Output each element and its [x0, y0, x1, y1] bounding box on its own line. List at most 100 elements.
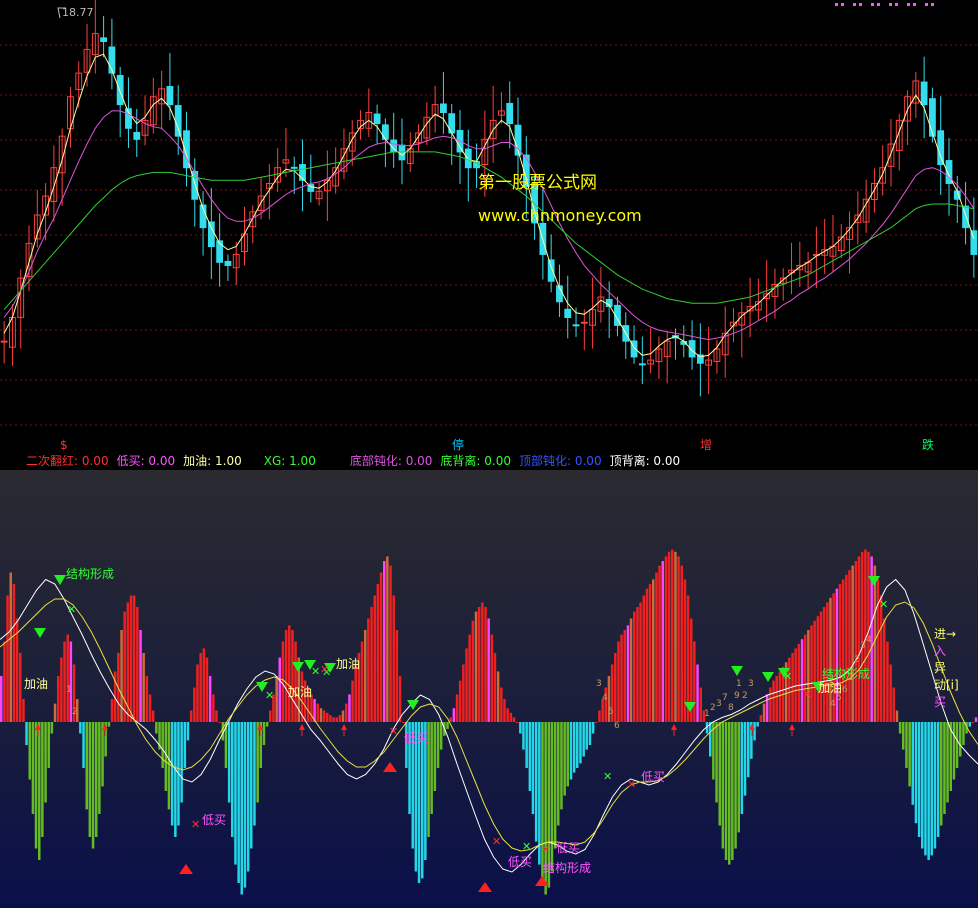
indicator-bar: [243, 722, 247, 888]
indicator-bar: [123, 611, 126, 722]
indicator-bar: [294, 641, 297, 722]
signal-up-triangle: [383, 762, 397, 772]
indicator-bar: [338, 715, 342, 722]
indicator-bar: [512, 717, 516, 722]
side-signal-text: 动[i]: [934, 678, 959, 692]
candle-body: [299, 164, 306, 181]
indicator-bar: [810, 625, 813, 722]
indicator-bar: [215, 710, 218, 722]
indicator-bar: [889, 664, 892, 722]
indicator-bar: [360, 641, 364, 722]
watermark-title: 第一股票公式网: [478, 173, 597, 193]
indicator-bar: [962, 722, 965, 745]
signal-x-mark: ✕: [783, 670, 792, 683]
candle-body: [307, 184, 315, 192]
signal-x-mark: ✕: [803, 688, 812, 701]
indicator-bar: [417, 722, 421, 883]
candle-body: [506, 102, 514, 125]
candle-body: [970, 230, 978, 255]
indicator-bar: [933, 722, 937, 849]
indicator-bar: [145, 676, 149, 722]
counter-digit: 1: [848, 673, 854, 683]
candle-body: [464, 148, 472, 169]
signal-x-mark: ✕: [522, 840, 531, 853]
indicator-bar: [31, 722, 35, 814]
signal-annotation: 低买: [556, 841, 580, 855]
indicator-bar: [914, 722, 918, 824]
indicator-bar: [383, 561, 386, 722]
signal-annotation: 低买: [404, 731, 428, 745]
indicator-bar: [658, 565, 661, 722]
indicator-bar: [6, 595, 9, 722]
indicator-bar: [762, 703, 766, 722]
indicator-bar: [471, 620, 475, 722]
counter-digit: 2: [710, 703, 716, 713]
indicator-bar: [639, 602, 642, 722]
counter-digit: 7: [722, 693, 728, 703]
indicator-bar: [892, 687, 895, 722]
signal-x-mark: ✕: [541, 843, 550, 856]
indicator-bar: [860, 551, 864, 722]
indicator-bar: [974, 717, 978, 722]
indicator-bar: [196, 664, 199, 722]
indicator-bar: [275, 676, 278, 722]
signal-x-mark: ✕: [311, 665, 320, 678]
indicator-bar: [756, 722, 759, 727]
counter-digit: 2: [72, 707, 78, 717]
legend-item: 低买: 0.00: [116, 454, 176, 468]
indicator-bar: [354, 664, 357, 722]
indicator-bar: [807, 630, 810, 722]
indicator-bar: [699, 687, 702, 722]
indicator-bar: [376, 584, 380, 722]
counter-digit: 4: [866, 635, 872, 645]
zero-line-arrow: [789, 724, 795, 730]
signal-x-mark: ✕: [67, 603, 76, 616]
indicator-chart-svg: ✕✕✕ ✕✕✕✕✕✕✕✕✕✕✕✕结构形成加油加油加油加油低买低买低买低买低买结构形…: [0, 549, 978, 895]
indicator-bar: [348, 694, 351, 722]
indicator-bar: [740, 722, 744, 814]
indicator-bar: [281, 641, 285, 722]
indicator-bar: [129, 595, 133, 722]
price-panel[interactable]: 18.77 第一股票公式网 www.chnmoney.com $ 停 增 跌: [0, 0, 978, 455]
signal-x-mark: ✕: [389, 725, 398, 738]
indicator-bar: [155, 722, 158, 734]
signal-annotation: 低买: [641, 770, 665, 784]
indicator-bar: [775, 676, 778, 722]
legend-item: XG: 1.00: [263, 454, 316, 468]
indicator-bar: [496, 671, 500, 722]
indicator-bar: [620, 634, 623, 722]
indicator-bar: [519, 722, 522, 734]
indicator-bar: [436, 722, 440, 768]
candle-body: [564, 308, 572, 318]
indicator-bar: [645, 588, 649, 722]
signal-x-mark: ✕: [879, 598, 888, 611]
status-dot: [913, 3, 916, 6]
indicator-bar: [788, 657, 791, 722]
signal-annotation: 结构形成: [543, 860, 591, 875]
indicator-bar: [576, 722, 579, 768]
status-dot: [835, 3, 838, 6]
indicator-bar: [560, 722, 563, 810]
candle-body: [929, 98, 936, 137]
indicator-bar: [886, 641, 889, 722]
indicator-bar: [721, 722, 725, 849]
indicator-bar: [319, 708, 323, 722]
candle-body: [937, 130, 945, 166]
indicator-bar: [712, 722, 715, 780]
status-dot: [907, 3, 910, 6]
signal-up-triangle: [478, 882, 492, 892]
event-marker-label: 增: [700, 438, 712, 452]
signal-annotation: 低买: [202, 813, 226, 827]
indicator-bar: [227, 722, 231, 803]
indicator-bar: [79, 722, 82, 734]
indicator-bar: [550, 722, 554, 872]
indicator-bar: [873, 565, 877, 722]
signal-x-mark: ✕: [492, 835, 501, 848]
indicator-bar: [661, 561, 664, 722]
indicator-bar: [585, 722, 588, 750]
indicator-panel[interactable]: ✕ ✕ ✕ ✕ ✕ ✕ ✕ ✕ ✕ ✕ ✕ ✕ ✕ ✕ ✕ 结构形成 加油 加油 加油 加油 低买 低买 低买 低买 低买 结构形…: [0, 470, 978, 908]
status-dot: [853, 3, 856, 6]
indicator-bar: [231, 722, 234, 837]
indicator-bar: [455, 694, 459, 722]
indicator-bar: [107, 722, 111, 727]
